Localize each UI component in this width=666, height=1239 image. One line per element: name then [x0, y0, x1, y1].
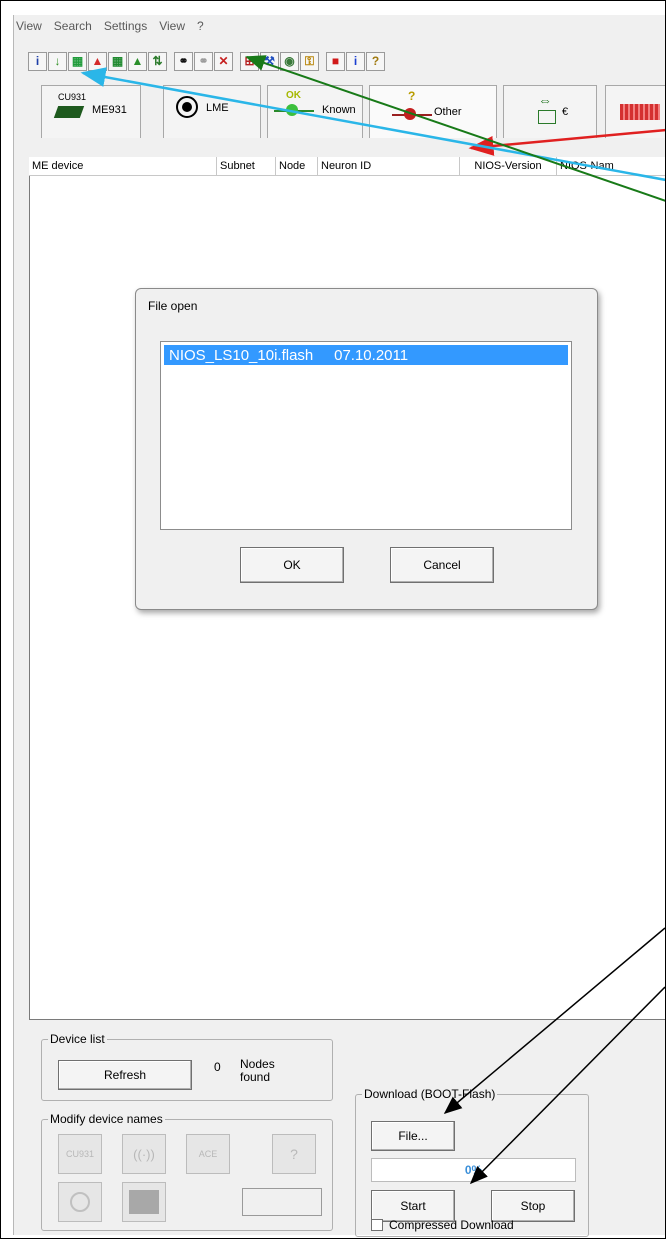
cancel-search-icon[interactable]: ✕ — [214, 51, 233, 71]
device-card-icon — [53, 106, 85, 118]
menu-bar: View Search Settings View ? — [14, 19, 204, 37]
modify-lme-button[interactable] — [58, 1182, 102, 1222]
dialog-title: File open — [148, 299, 198, 313]
key-icon[interactable]: ⚿ — [300, 51, 319, 71]
download-progress-bar: 0% — [371, 1158, 576, 1182]
grid-icon[interactable]: ▦ — [108, 51, 127, 71]
document-icon — [538, 110, 556, 124]
known-node-icon — [286, 104, 298, 116]
modify-cu931-button[interactable]: CU931 — [58, 1134, 102, 1174]
grid-green-icon[interactable]: ▦ — [68, 51, 87, 71]
tab-me931[interactable]: CU931 ME931 — [41, 85, 141, 138]
tab-lme-label: LME — [206, 102, 229, 114]
refresh-button[interactable]: Refresh — [58, 1060, 192, 1090]
modify-title: Modify device names — [48, 1112, 165, 1126]
col-me-device[interactable]: ME device — [29, 157, 217, 175]
upload-icon[interactable]: ▲ — [128, 51, 147, 71]
binoculars-icon[interactable]: ⚭ — [174, 51, 193, 71]
network-icon[interactable]: ⊞ — [240, 51, 259, 71]
device-table-header: ME device Subnet Node Neuron ID NIOS-Ver… — [29, 157, 665, 176]
tab-me931-top: CU931 — [58, 92, 87, 102]
modify-other-button[interactable]: ? — [272, 1134, 316, 1174]
modify-ace-label: ACE — [198, 1149, 218, 1159]
compressed-checkbox[interactable] — [371, 1219, 383, 1231]
module-disabled-icon — [129, 1190, 159, 1214]
menu-view-2[interactable]: View — [159, 19, 185, 37]
modify-wireless-button[interactable]: ((·)) — [122, 1134, 166, 1174]
col-nios-version[interactable]: NIOS-Version — [460, 157, 557, 175]
tab-me931-label: ME931 — [92, 104, 127, 116]
col-neuron-id[interactable]: Neuron ID — [318, 157, 460, 175]
tab-other-label: Other — [434, 106, 462, 118]
modify-cu931-label: CU931 — [65, 1149, 94, 1159]
menu-help[interactable]: ? — [197, 19, 204, 37]
screenshot-frame: View Search Settings View ? i ↓ ▦ ▲ ▦ ▲ ⇅ ⚭ ⚭ ✕ ⊞ ⚒… — [0, 0, 666, 1239]
target-disabled-icon — [70, 1192, 90, 1212]
file-list-item-selected[interactable]: NIOS_LS10_10i.flash 07.10.2011 — [164, 345, 568, 365]
node-count: 0 — [214, 1060, 221, 1074]
help-icon[interactable]: ? — [366, 51, 385, 71]
progress-percent: 0% — [464, 1163, 483, 1177]
tab-other-top: ? — [408, 89, 416, 103]
exchange-arrows-icon: ⇔ — [538, 92, 552, 108]
modify-module-button[interactable] — [122, 1182, 166, 1222]
tab-known[interactable]: OK Known — [267, 85, 363, 138]
file-listbox[interactable]: NIOS_LS10_10i.flash 07.10.2011 — [160, 341, 572, 530]
transfer-icon[interactable]: ⇅ — [148, 51, 167, 71]
menu-view[interactable]: View — [16, 19, 42, 37]
col-nios-name[interactable]: NIOS-Nam — [557, 157, 640, 175]
nodes-found-label: Nodes found — [240, 1057, 275, 1084]
binoculars-disabled-icon[interactable]: ⚭ — [194, 51, 213, 71]
device-name-input[interactable] — [242, 1188, 322, 1216]
about-icon[interactable]: i — [346, 51, 365, 71]
warning-triangle-icon[interactable]: ▲ — [88, 51, 107, 71]
wireless-icon: ((·)) — [133, 1146, 155, 1162]
wrench-icon[interactable]: ⚒ — [260, 51, 279, 71]
download-title: Download (BOOT-Flash) — [362, 1087, 498, 1101]
device-list-title: Device list — [48, 1032, 107, 1046]
tab-module[interactable] — [605, 85, 665, 138]
tab-known-label: Known — [322, 104, 356, 116]
file-open-dialog: File open NIOS_LS10_10i.flash 07.10.2011… — [135, 288, 598, 610]
module-icon — [620, 104, 660, 120]
info-icon[interactable]: i — [28, 51, 47, 71]
tab-known-top: OK — [286, 90, 301, 101]
compressed-download-option[interactable]: Compressed Download — [371, 1218, 514, 1232]
target-icon — [176, 96, 198, 118]
compressed-label: Compressed Download — [389, 1218, 514, 1232]
file-date: 07.10.2011 — [334, 346, 409, 364]
menu-search[interactable]: Search — [54, 19, 92, 37]
file-button[interactable]: File... — [371, 1121, 455, 1151]
settings-icon[interactable]: ◉ — [280, 51, 299, 71]
ok-button[interactable]: OK — [240, 547, 344, 583]
device-list-group: Device list Refresh 0 Nodes found — [41, 1032, 333, 1101]
col-node[interactable]: Node — [276, 157, 318, 175]
file-name: NIOS_LS10_10i.flash — [169, 346, 314, 364]
modify-other-label: ? — [290, 1146, 298, 1162]
unknown-node-icon — [404, 108, 416, 120]
cancel-button[interactable]: Cancel — [390, 547, 494, 583]
menu-settings[interactable]: Settings — [104, 19, 147, 37]
modify-ace-button[interactable]: ACE — [186, 1134, 230, 1174]
col-subnet[interactable]: Subnet — [217, 157, 276, 175]
tab-other[interactable]: ? Other — [369, 85, 497, 138]
tab-euro[interactable]: ⇔ € — [503, 85, 597, 138]
download-icon[interactable]: ↓ — [48, 51, 67, 71]
tab-lme[interactable]: LME — [163, 85, 261, 138]
exit-icon[interactable]: ■ — [326, 51, 345, 71]
modify-device-names-group: Modify device names CU931 ((·)) ACE ? — [41, 1112, 333, 1231]
toolbar: i ↓ ▦ ▲ ▦ ▲ ⇅ ⚭ ⚭ ✕ ⊞ ⚒ ◉ ⚿ ■ i? — [28, 49, 386, 73]
tab-euro-label: € — [562, 106, 569, 118]
